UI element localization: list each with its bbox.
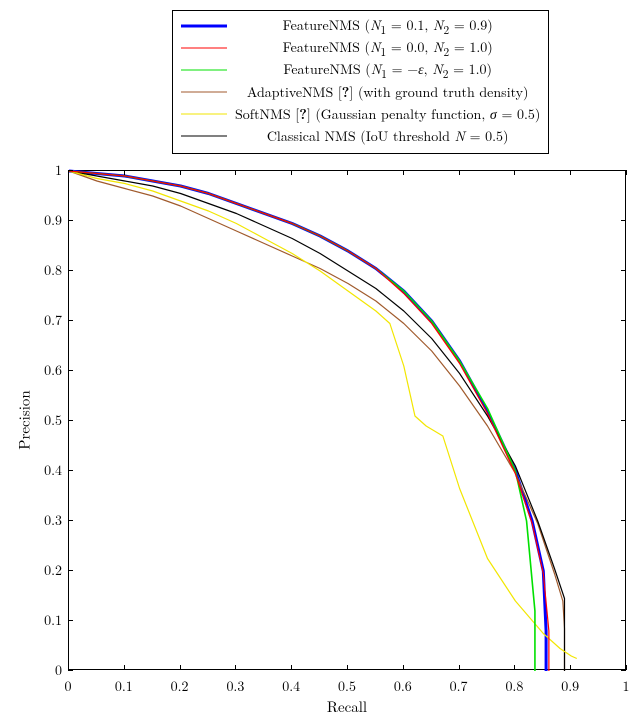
- ytick-label: 0.6: [44, 360, 62, 380]
- ytick-label: 0.3: [44, 510, 62, 530]
- xtick-label: 1: [623, 676, 630, 696]
- xtick-label: 0.1: [115, 676, 133, 696]
- legend-row: Classical NMS (IoU threshold N = 0.5): [181, 125, 540, 147]
- xtick-label: 0.4: [282, 676, 300, 696]
- xtick-label: 0.8: [505, 676, 523, 696]
- legend-row: FeatureNMS (N1 = 0.0, N2 = 1.0): [181, 37, 540, 59]
- legend-swatch: [181, 81, 227, 103]
- legend-row: FeatureNMS (N1 = 0.1, N2 = 0.9): [181, 15, 540, 37]
- xtick-label: 0.6: [394, 676, 412, 696]
- legend-label: FeatureNMS (N1 = −ε, N2 = 1.0): [235, 59, 540, 82]
- series-curve: [69, 171, 546, 671]
- legend-swatch: [181, 59, 227, 81]
- legend-swatch: [181, 125, 227, 147]
- ytick-label: 0.9: [44, 210, 62, 230]
- ytick-label: 1: [55, 160, 62, 180]
- xtick-label: 0.5: [338, 676, 356, 696]
- series-curve: [69, 171, 577, 659]
- legend-label: Classical NMS (IoU threshold N = 0.5): [235, 126, 540, 146]
- legend: FeatureNMS (N1 = 0.1, N2 = 0.9)FeatureNM…: [172, 10, 549, 154]
- y-axis-label: Precision: [14, 390, 35, 450]
- legend-label: AdaptiveNMS [?] (with ground truth densi…: [235, 82, 540, 102]
- chart-page: 0 0.1 0.2 0.3 0.4 0.5 0.6 0.7 0.8 0.9 1 0 0.1 0.2 0.3…: [0, 0, 640, 697]
- ytick-label: 0.1: [44, 610, 62, 630]
- ytick-label: 0.7: [44, 310, 62, 330]
- series-curve: [69, 171, 565, 671]
- series-curve: [69, 171, 535, 671]
- xtick-label: 0.9: [561, 676, 579, 696]
- legend-swatch: [181, 103, 227, 125]
- legend-label: FeatureNMS (N1 = 0.0, N2 = 1.0): [235, 37, 540, 60]
- curves-svg: [69, 171, 627, 671]
- ytick-label: 0.4: [44, 460, 62, 480]
- legend-swatch: [181, 15, 227, 37]
- x-axis-label: Recall: [327, 696, 367, 717]
- legend-row: FeatureNMS (N1 = −ε, N2 = 1.0): [181, 59, 540, 81]
- legend-label: SoftNMS [?] (Gaussian penalty function, …: [235, 104, 540, 124]
- plot-area: [68, 170, 626, 670]
- xtick-label: 0: [65, 676, 72, 696]
- legend-label: FeatureNMS (N1 = 0.1, N2 = 0.9): [235, 15, 540, 38]
- ytick-label: 0.8: [44, 260, 62, 280]
- ytick-label: 0.5: [44, 410, 62, 430]
- legend-swatch: [181, 37, 227, 59]
- xtick-label: 0.2: [171, 676, 189, 696]
- xtick-label: 0.3: [226, 676, 244, 696]
- xtick-label: 0.7: [450, 676, 468, 696]
- ytick-label: 0.2: [44, 560, 62, 580]
- legend-row: AdaptiveNMS [?] (with ground truth densi…: [181, 81, 540, 103]
- ytick-label: 0: [55, 660, 62, 680]
- series-curve: [69, 171, 549, 671]
- legend-row: SoftNMS [?] (Gaussian penalty function, …: [181, 103, 540, 125]
